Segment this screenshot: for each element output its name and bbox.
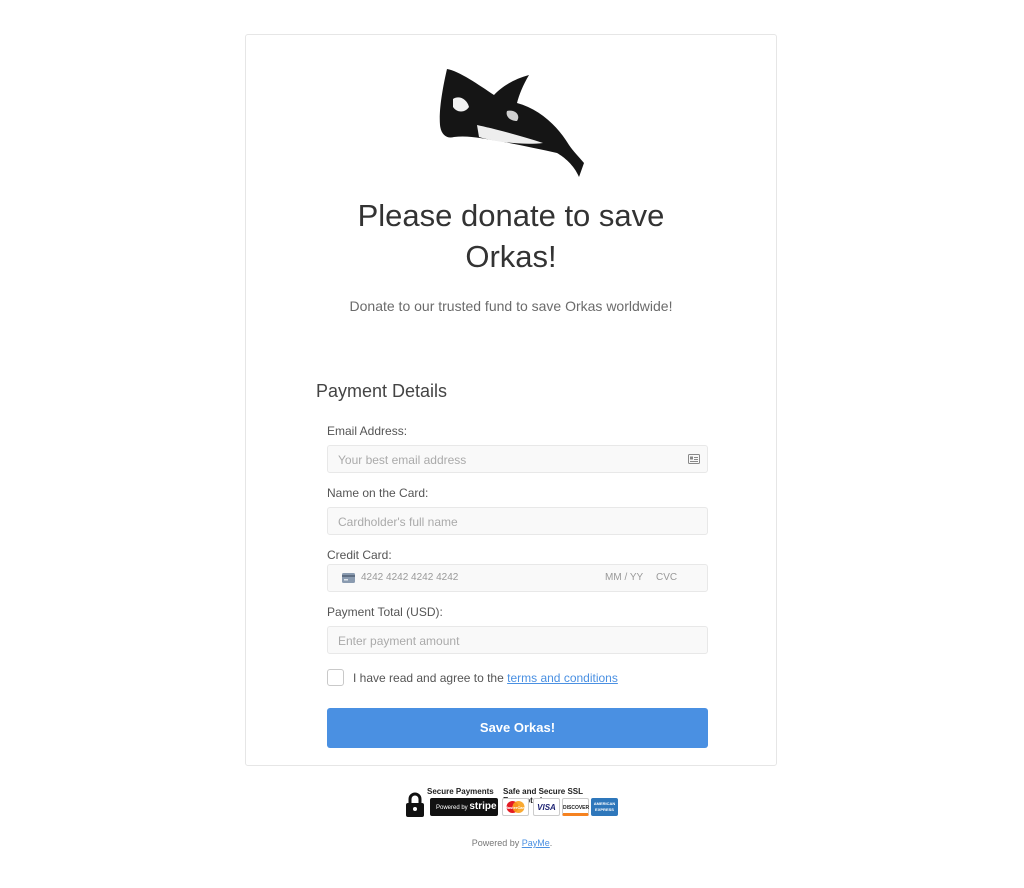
lock-icon [406,792,424,817]
cardholder-name-field[interactable]: Cardholder's full name [327,507,708,535]
email-placeholder: Your best email address [338,453,467,467]
visa-logo: VISA [533,798,560,816]
name-label: Name on the Card: [327,486,429,500]
mastercard-logo: MasterCard [502,798,529,816]
security-badges: Secure Payments Powered by stripe Safe a… [404,787,620,819]
stripe-badge: Powered by stripe [430,798,498,816]
powered-by-suffix: . [549,838,553,848]
email-field[interactable]: Your best email address [327,445,708,473]
terms-link[interactable]: terms and conditions [507,671,618,685]
payment-amount-field[interactable]: Enter payment amount [327,626,708,654]
credit-card-label: Credit Card: [327,548,392,562]
powered-by-footer: Powered by PayMe. [0,838,1024,848]
id-card-icon [688,454,700,464]
amount-label: Payment Total (USD): [327,605,443,619]
card-number-placeholder: 4242 4242 4242 4242 [361,572,459,583]
amount-placeholder: Enter payment amount [338,634,460,648]
terms-text: I have read and agree to the terms and c… [353,671,618,685]
donation-card: Please donate to save Orkas! Donate to o… [245,34,777,766]
card-expiry-placeholder: MM / YY [605,572,644,583]
page-title: Please donate to save Orkas! [357,198,665,274]
credit-card-field[interactable]: 4242 4242 4242 4242 MM / YY CVC [327,564,708,592]
page-subtitle: Donate to our trusted fund to save Orkas… [349,298,673,314]
payme-link[interactable]: PayMe [522,838,550,848]
terms-checkbox[interactable] [327,669,344,686]
stripe-logo: stripe [469,801,497,812]
discover-logo: DISCOVER [562,798,589,816]
card-cvc-placeholder: CVC [656,572,678,583]
name-placeholder: Cardholder's full name [338,515,458,529]
email-label: Email Address: [327,424,408,438]
secure-payments-label: Secure Payments [427,787,494,796]
credit-card-icon [342,573,355,583]
submit-button[interactable]: Save Orkas! [327,708,708,748]
terms-prefix: I have read and agree to the [353,671,504,685]
amex-logo: AMERICAN EXPRESS [591,798,618,816]
orca-logo [439,69,584,177]
powered-by-prefix: Powered by [471,838,520,848]
stripe-powered-by: Powered by [436,805,468,811]
payment-details-heading: Payment Details [316,381,448,401]
